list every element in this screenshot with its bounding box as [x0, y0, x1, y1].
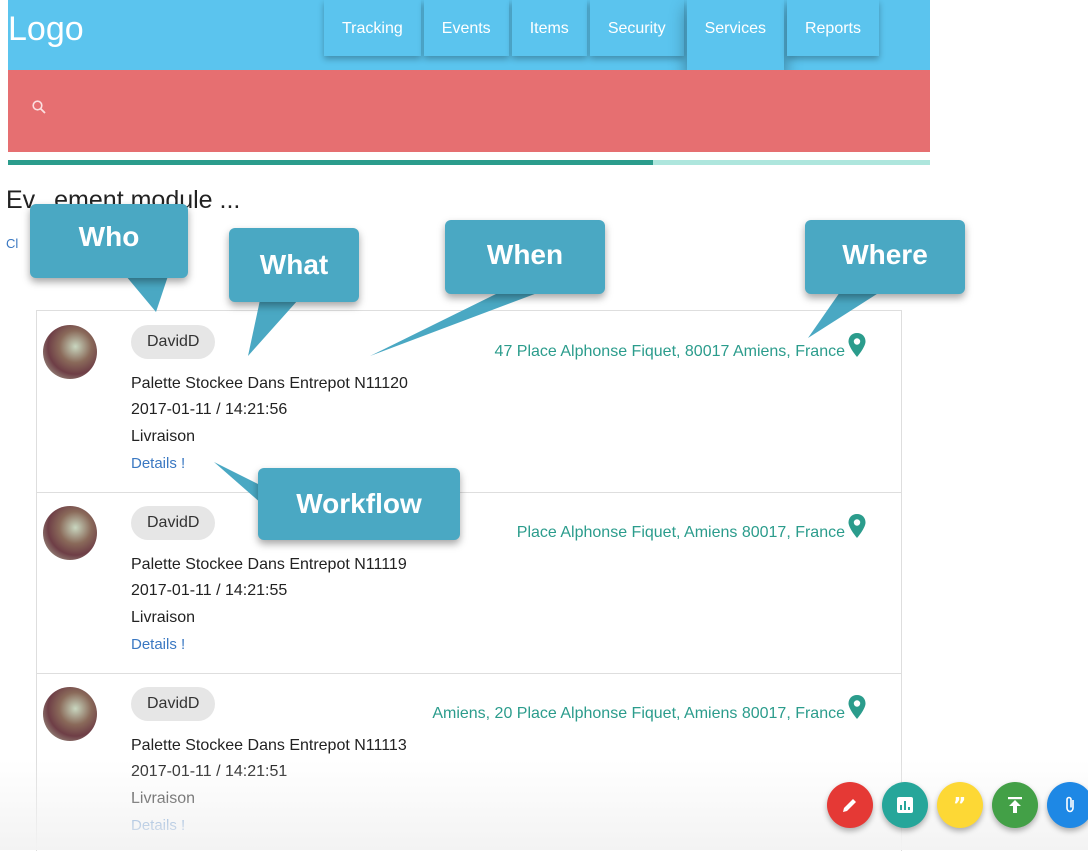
fab-chart[interactable]	[882, 782, 928, 828]
where-pointer	[808, 292, 880, 338]
edit-icon	[843, 799, 856, 812]
callout-where-label: Where	[842, 239, 928, 270]
callout-who-label: Who	[78, 221, 140, 252]
fab-upload[interactable]	[992, 782, 1038, 828]
callout-when: When	[445, 220, 605, 294]
when-pointer	[370, 292, 540, 356]
callout-workflow-label: Workflow	[296, 488, 422, 519]
what-pointer	[248, 300, 298, 356]
svg-text:”: ”	[953, 795, 966, 815]
chart-icon	[897, 797, 913, 813]
workflow-pointer	[214, 462, 262, 504]
callout-workflow: Workflow	[258, 468, 460, 540]
fab-attachment[interactable]	[1047, 782, 1088, 828]
callout-what-label: What	[259, 249, 329, 280]
who-pointer	[126, 276, 168, 312]
attachment-icon	[1066, 796, 1074, 813]
callout-who: Who	[30, 204, 188, 278]
upload-icon	[1008, 797, 1022, 813]
callout-pointers	[126, 276, 880, 504]
callout-when-label: When	[486, 239, 564, 270]
callout-where: Where	[805, 220, 965, 294]
fab-edit[interactable]	[827, 782, 873, 828]
fab-quote[interactable]: ”	[937, 782, 983, 828]
quote-icon: ”	[953, 795, 966, 815]
callout-what: What	[229, 228, 359, 302]
